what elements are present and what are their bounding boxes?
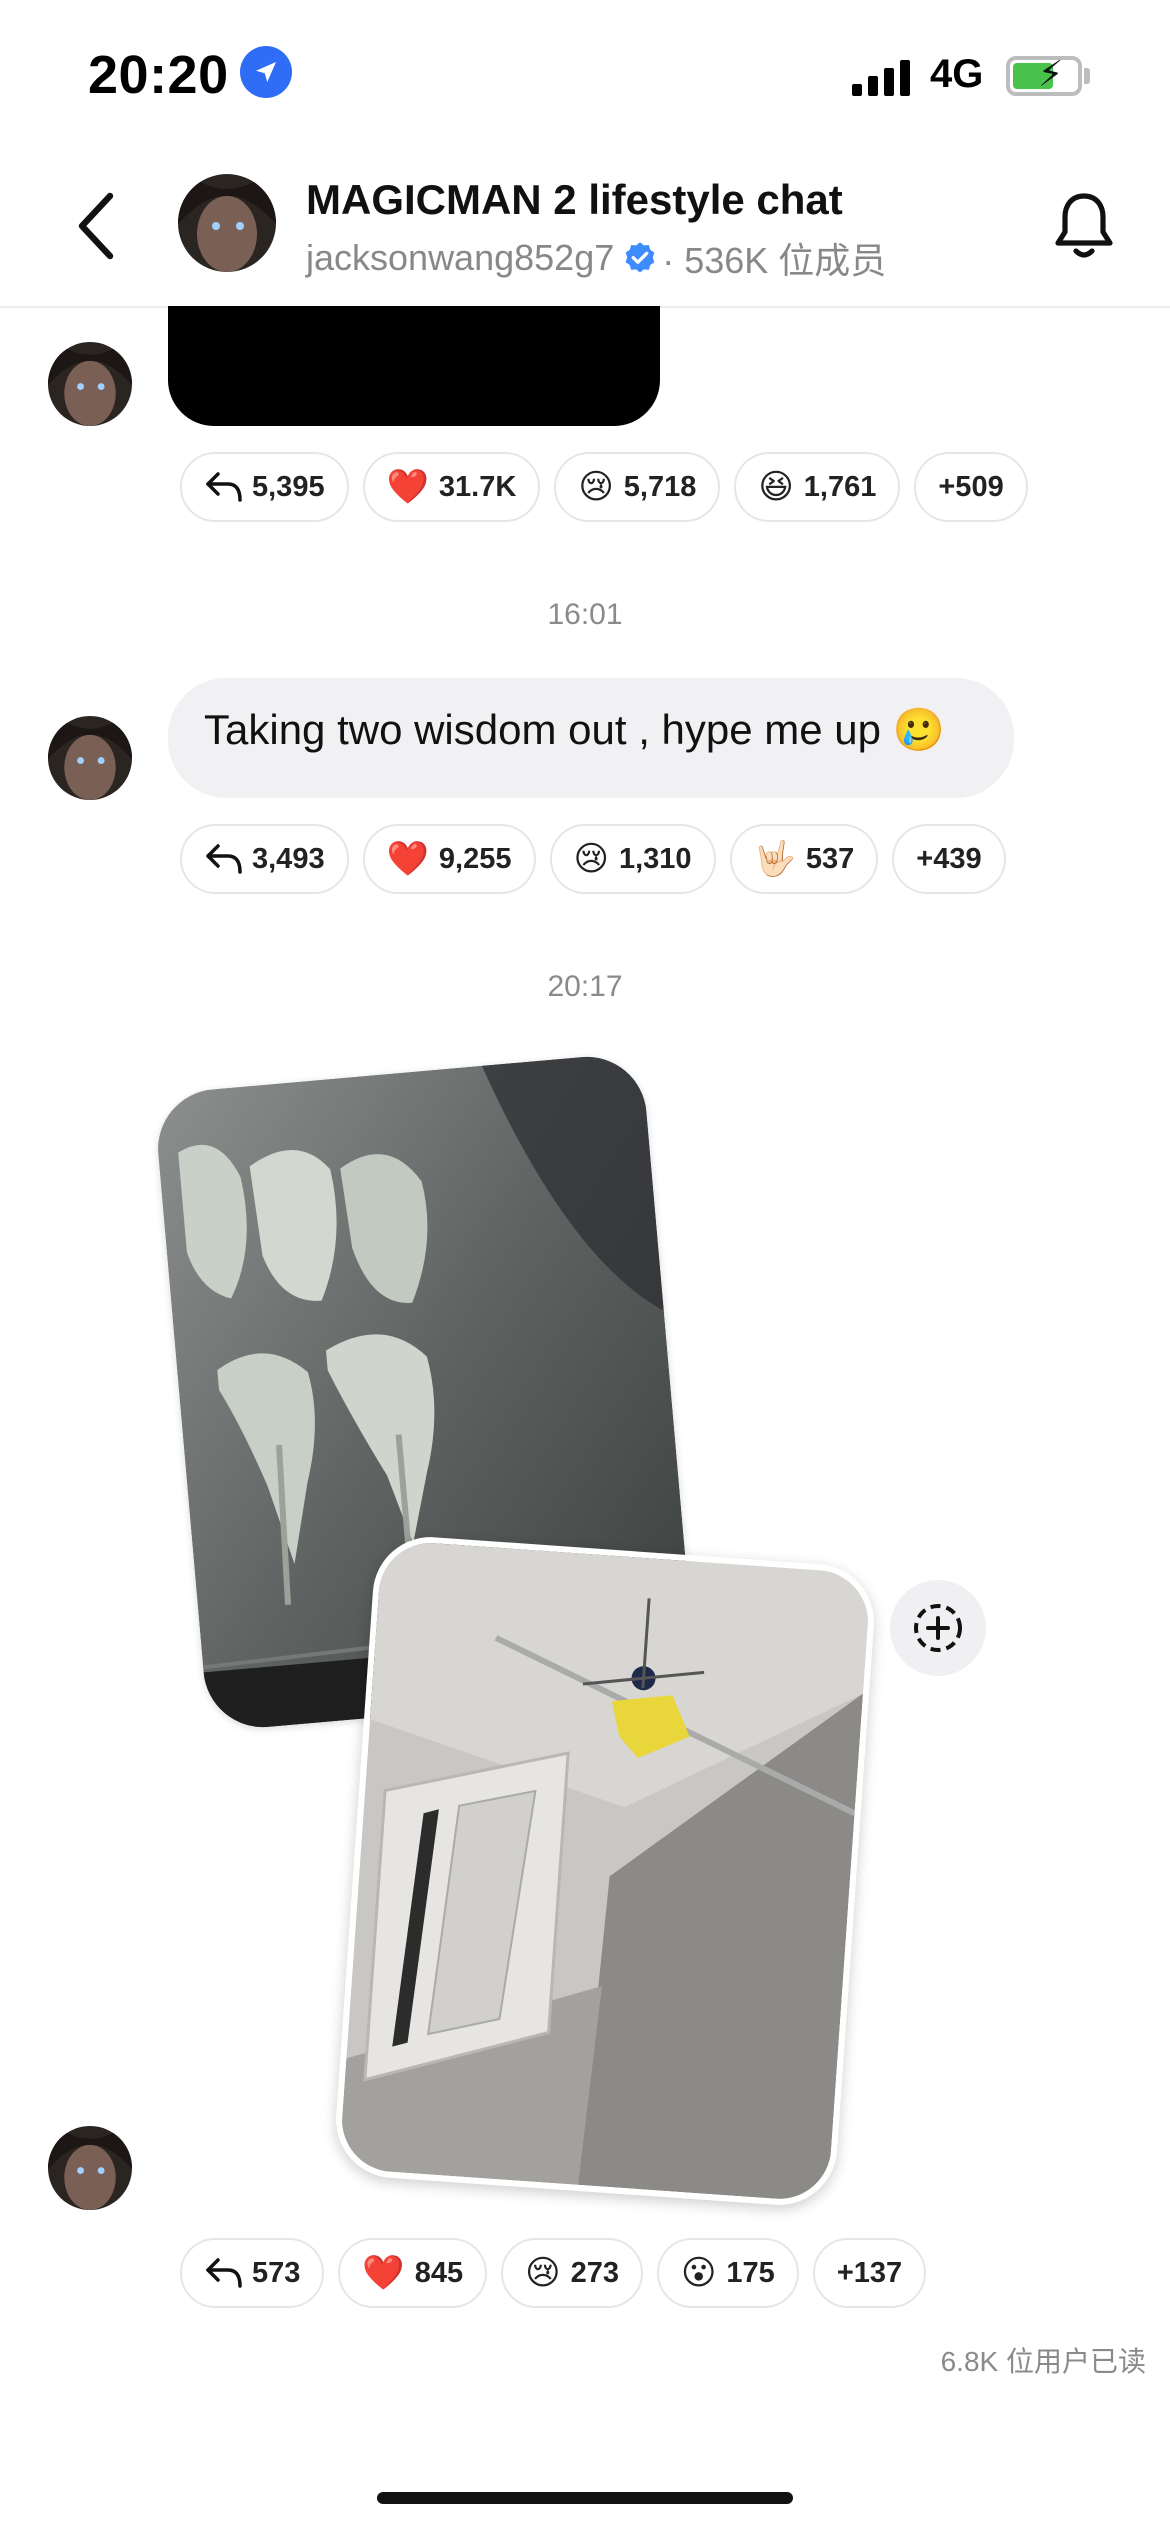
notification-bell-button[interactable] bbox=[1050, 188, 1118, 264]
chat-title[interactable]: MAGICMAN 2 lifestyle chat bbox=[306, 176, 843, 224]
reaction-count: 273 bbox=[570, 2256, 619, 2289]
verified-badge-icon bbox=[622, 240, 658, 276]
add-circle-dashed-icon bbox=[914, 1604, 962, 1652]
member-count: · 536K 位成员 bbox=[662, 240, 887, 281]
reaction-count: +439 bbox=[916, 842, 982, 875]
reaction-count: 3,493 bbox=[252, 842, 325, 875]
read-receipt: 6.8K 位用户已读 bbox=[940, 2346, 1146, 2377]
chat-subtitle[interactable]: jacksonwang852g7 · 536K 位成员 bbox=[306, 232, 886, 284]
reaction-count: 9,255 bbox=[438, 842, 512, 875]
reaction-count: 1,761 bbox=[803, 470, 877, 503]
bell-icon bbox=[1055, 193, 1113, 258]
message-text: Taking two wisdom out , hype me up 🥲 bbox=[204, 706, 945, 753]
reply-count-chip[interactable]: 5,395 bbox=[180, 452, 349, 522]
reaction-count: 175 bbox=[726, 2256, 775, 2289]
location-arrow-icon bbox=[240, 46, 292, 98]
reaction-chip-heart[interactable]: ❤️ 9,255 bbox=[362, 824, 536, 894]
reaction-chip-rock-on[interactable]: 🤟🏻 537 bbox=[729, 824, 879, 894]
ceiling-photo[interactable] bbox=[332, 1533, 878, 2209]
channel-username: jacksonwang852g7 bbox=[306, 237, 615, 278]
reaction-count: 845 bbox=[414, 2256, 464, 2289]
reaction-chip-crying[interactable]: 😢 5,718 bbox=[554, 452, 721, 522]
battery-tip bbox=[1084, 68, 1090, 84]
reaction-chip-surprised[interactable]: 😮 175 bbox=[656, 2238, 799, 2308]
reaction-chip-heart[interactable]: ❤️ 845 bbox=[338, 2238, 488, 2308]
surprised-emoji: 😮 bbox=[680, 2254, 717, 2292]
more-reactions-chip[interactable]: +137 bbox=[812, 2238, 927, 2308]
cellular-signal-icon bbox=[852, 56, 914, 96]
reply-icon bbox=[206, 472, 242, 502]
reply-count-chip[interactable]: 573 bbox=[180, 2238, 325, 2308]
heart-emoji: ❤️ bbox=[362, 2254, 405, 2292]
reaction-chip-crying[interactable]: 😢 273 bbox=[501, 2238, 643, 2308]
laughing-emoji: 😆 bbox=[758, 468, 794, 506]
crying-emoji: 😢 bbox=[578, 468, 614, 506]
chevron-left-icon bbox=[78, 192, 114, 260]
more-reactions-chip[interactable]: +439 bbox=[892, 824, 1006, 894]
back-button[interactable] bbox=[66, 188, 126, 264]
sender-avatar[interactable] bbox=[48, 342, 132, 426]
status-time: 20:20 bbox=[88, 45, 229, 105]
heart-emoji: ❤️ bbox=[386, 468, 429, 506]
channel-avatar[interactable] bbox=[178, 174, 276, 272]
rock-on-emoji: 🤟🏻 bbox=[753, 840, 796, 878]
reaction-count: 31.7K bbox=[438, 470, 517, 503]
reaction-count: 5,718 bbox=[623, 470, 697, 503]
crying-emoji: 😢 bbox=[525, 2254, 561, 2292]
sender-avatar[interactable] bbox=[48, 2126, 132, 2210]
battery-charging-icon: ⚡ bbox=[1006, 54, 1082, 96]
media-message[interactable] bbox=[168, 306, 660, 426]
reaction-chip-crying[interactable]: 😢 1,310 bbox=[549, 824, 716, 894]
add-reaction-button[interactable] bbox=[890, 1580, 986, 1676]
reply-count-chip[interactable]: 3,493 bbox=[180, 824, 349, 894]
home-indicator[interactable] bbox=[377, 2492, 793, 2504]
heart-emoji: ❤️ bbox=[386, 840, 429, 878]
reply-icon bbox=[206, 2258, 242, 2288]
sender-avatar[interactable] bbox=[48, 716, 132, 800]
reaction-row: 5,395 ❤️ 31.7K 😢 5,718 😆 1,761 +509 bbox=[180, 452, 1028, 522]
reply-icon bbox=[206, 844, 242, 874]
reaction-count: +509 bbox=[938, 470, 1004, 503]
timestamp: 20:17 bbox=[547, 970, 623, 1003]
reaction-count: +137 bbox=[836, 2256, 903, 2289]
reaction-chip-laughing[interactable]: 😆 1,761 bbox=[734, 452, 901, 522]
reaction-row: 573 ❤️ 845 😢 273 😮 175 +137 bbox=[180, 2238, 927, 2308]
network-type: 4G bbox=[930, 52, 984, 96]
more-reactions-chip[interactable]: +509 bbox=[914, 452, 1028, 522]
reaction-chip-heart[interactable]: ❤️ 31.7K bbox=[362, 452, 541, 522]
crying-emoji: 😢 bbox=[573, 840, 609, 878]
reaction-count: 573 bbox=[252, 2256, 301, 2289]
reaction-count: 1,310 bbox=[618, 842, 692, 875]
reaction-count: 537 bbox=[805, 842, 855, 875]
timestamp: 16:01 bbox=[547, 598, 623, 631]
reaction-count: 5,395 bbox=[252, 470, 325, 503]
reaction-row: 3,493 ❤️ 9,255 😢 1,310 🤟🏻 537 +439 bbox=[180, 824, 1006, 894]
